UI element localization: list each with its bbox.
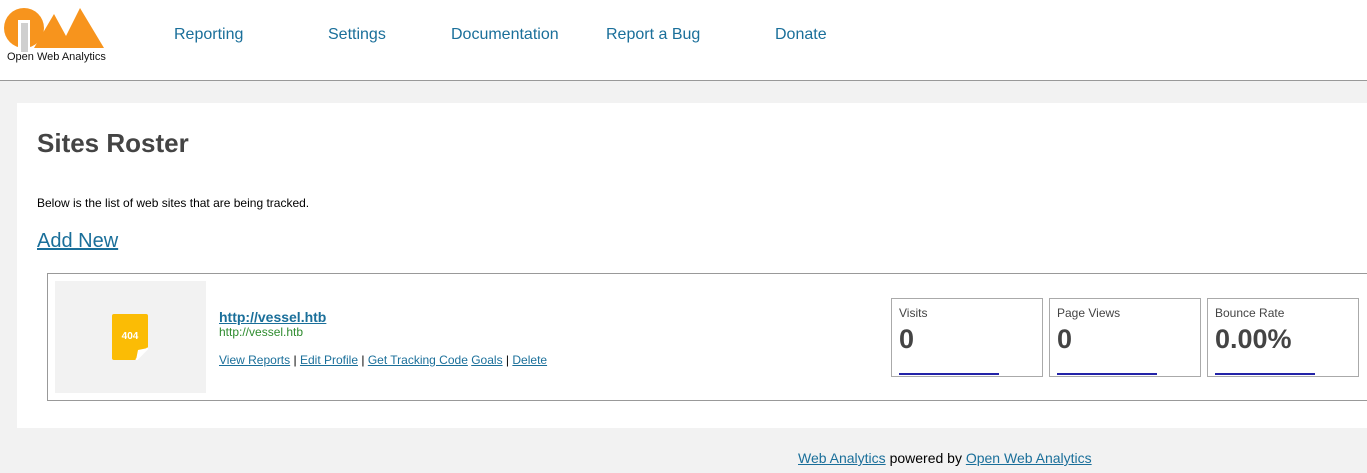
site-url: http://vessel.htb — [219, 325, 304, 339]
action-separator: | — [361, 353, 365, 367]
nav-report-a-bug[interactable]: Report a Bug — [606, 26, 700, 44]
footer: Web Analytics powered by Open Web Analyt… — [798, 450, 1092, 466]
footer-owa-link[interactable]: Open Web Analytics — [966, 450, 1092, 466]
metric-label: Page Views — [1057, 306, 1121, 320]
site-row: 404 http://vessel.htb http://vessel.htb … — [47, 273, 1367, 401]
nav-donate[interactable]: Donate — [775, 26, 827, 44]
add-new-link[interactable]: Add New — [37, 230, 118, 253]
metric-value: 0 — [899, 324, 915, 354]
top-header: Open Web Analytics Reporting Settings Do… — [0, 0, 1367, 81]
site-thumbnail: 404 — [55, 281, 206, 393]
sites-roster-panel: Sites Roster Below is the list of web si… — [17, 103, 1367, 428]
metric-page-views: Page Views 0 — [1049, 298, 1201, 377]
metric-label: Bounce Rate — [1215, 306, 1285, 320]
edit-profile-link[interactable]: Edit Profile — [300, 353, 358, 367]
thumbnail-404-text: 404 — [122, 331, 139, 342]
file-404-icon: 404 — [112, 314, 148, 360]
metric-label: Visits — [899, 306, 928, 320]
action-separator: | — [293, 353, 297, 367]
metric-visits: Visits 0 — [891, 298, 1043, 377]
logo-text: Open Web Analytics — [7, 51, 106, 63]
action-separator: | — [505, 353, 510, 367]
metric-bounce-rate: Bounce Rate 0.00% — [1207, 298, 1359, 377]
sparkline — [1215, 373, 1315, 375]
footer-web-analytics-link[interactable]: Web Analytics — [798, 450, 886, 466]
site-name-link[interactable]: http://vessel.htb — [219, 309, 326, 325]
metric-value: 0.00% — [1215, 324, 1292, 354]
owa-logo[interactable]: Open Web Analytics — [4, 6, 108, 64]
site-actions: View Reports | Edit Profile | Get Tracki… — [219, 353, 547, 367]
get-tracking-code-link[interactable]: Get Tracking Code — [368, 353, 468, 367]
nav-settings[interactable]: Settings — [328, 26, 386, 44]
nav-documentation[interactable]: Documentation — [451, 26, 559, 44]
footer-powered-by: powered by — [889, 450, 962, 466]
delete-link[interactable]: Delete — [512, 353, 547, 367]
nav-reporting[interactable]: Reporting — [174, 26, 243, 44]
sparkline — [1057, 373, 1157, 375]
metric-value: 0 — [1057, 324, 1073, 354]
goals-link[interactable]: Goals — [471, 353, 502, 367]
sparkline — [899, 373, 999, 375]
page-title: Sites Roster — [37, 128, 189, 158]
view-reports-link[interactable]: View Reports — [219, 353, 290, 367]
owa-logo-icon — [4, 8, 104, 52]
page-description: Below is the list of web sites that are … — [37, 196, 310, 210]
